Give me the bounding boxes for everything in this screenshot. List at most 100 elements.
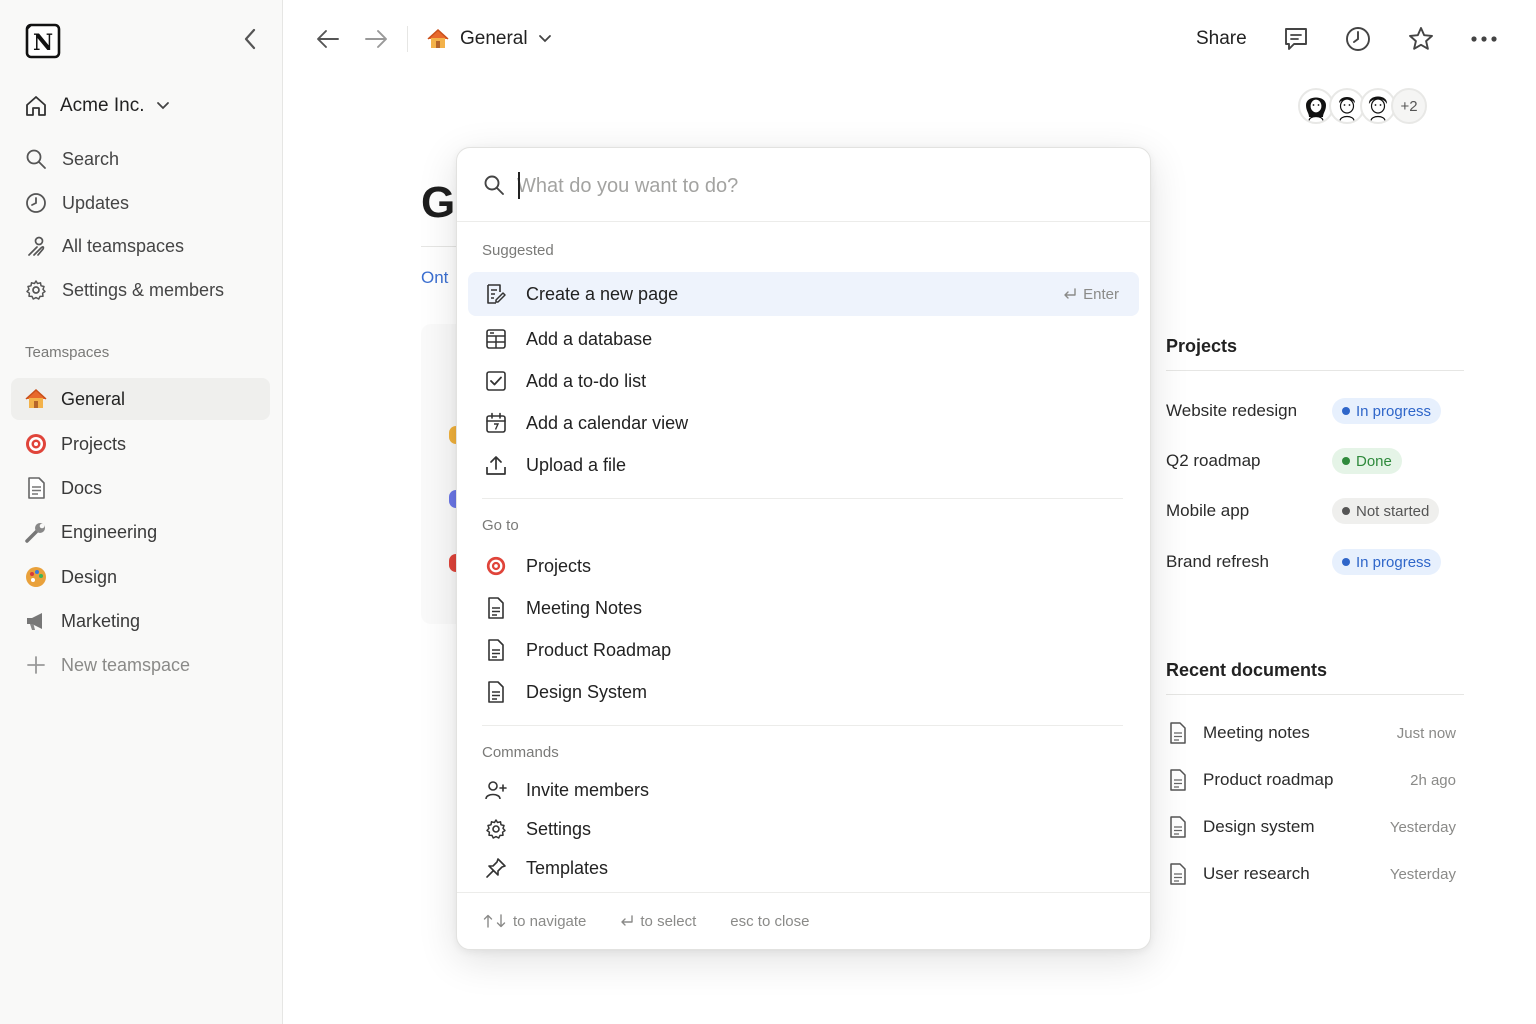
option-label: Add a calendar view [526, 412, 689, 433]
new-teamspace-button[interactable]: New teamspace [11, 644, 270, 686]
back-button[interactable] [313, 24, 343, 54]
calendar-icon [484, 411, 508, 435]
close-hint: esc to close [730, 913, 809, 930]
plus-icon [24, 653, 48, 677]
goto-design-system-option[interactable]: Design System [468, 670, 1139, 714]
recent-document-row[interactable]: Design system Yesterday [1166, 812, 1456, 842]
option-label: Design System [526, 681, 648, 702]
sidebar-item-label: Engineering [61, 521, 158, 542]
comment-icon [1285, 28, 1307, 50]
recent-document-row[interactable]: User research Yesterday [1166, 859, 1456, 889]
settings-option[interactable]: Settings [468, 807, 1139, 851]
workspace-switcher[interactable]: Acme Inc. [24, 90, 170, 122]
page-tab[interactable]: Ont [421, 268, 448, 288]
sidebar-item-label: Updates [62, 192, 130, 213]
project-row[interactable]: Website redesign In progress [1166, 397, 1456, 425]
app-logo[interactable]: N [24, 22, 64, 60]
add-user-icon [484, 778, 508, 802]
checkbox-icon [484, 369, 508, 393]
shortcut-hint: Enter [1063, 286, 1119, 303]
project-row[interactable]: Brand refresh In progress [1166, 548, 1456, 576]
target-icon [24, 432, 48, 456]
favorite-button[interactable] [1406, 24, 1436, 54]
document-time: Yesterday [1389, 865, 1456, 883]
close-hint-label: esc to close [730, 912, 810, 930]
forward-button[interactable] [361, 24, 391, 54]
sidebar-item-general[interactable]: General [11, 378, 270, 420]
page-title: G [421, 178, 456, 227]
upload-icon [484, 453, 508, 477]
option-label: Invite members [526, 779, 650, 800]
sidebar-item-label: All teamspaces [62, 235, 185, 256]
recent-document-row[interactable]: Product roadmap 2h ago [1166, 765, 1456, 795]
sidebar-item-updates[interactable]: Updates [24, 188, 129, 218]
sidebar: N Acme Inc. Search Updates All teamspace… [0, 0, 283, 1024]
document-icon [484, 638, 508, 662]
collapse-sidebar-button[interactable] [237, 24, 263, 54]
templates-option[interactable]: Templates [468, 846, 1139, 890]
teamspaces-icon [24, 234, 48, 258]
more-options-button[interactable] [1469, 24, 1499, 54]
arrow-right-icon [365, 30, 387, 48]
document-time: 2h ago [1410, 771, 1456, 789]
sidebar-item-projects[interactable]: Projects [11, 423, 270, 465]
teamspaces-heading: Teamspaces [25, 344, 110, 361]
add-database-option[interactable]: Add a database [468, 317, 1139, 361]
option-label: Projects [526, 555, 592, 576]
sidebar-item-all-teamspaces[interactable]: All teamspaces [24, 231, 184, 261]
sidebar-item-search[interactable]: Search [24, 144, 119, 174]
recent-document-row[interactable]: Meeting notes Just now [1166, 718, 1456, 748]
option-label: Upload a file [526, 454, 627, 475]
upload-file-option[interactable]: Upload a file [468, 443, 1139, 487]
sidebar-item-marketing[interactable]: Marketing [11, 600, 270, 642]
add-todo-list-option[interactable]: Add a to-do list [468, 359, 1139, 403]
add-calendar-view-option[interactable]: Add a calendar view [468, 401, 1139, 445]
collaborator-avatars[interactable]: +2 [1298, 88, 1427, 124]
option-label: Add a to-do list [526, 370, 647, 391]
sidebar-item-label: Search [62, 148, 120, 169]
sidebar-item-settings[interactable]: Settings & members [24, 275, 224, 305]
project-row[interactable]: Mobile app Not started [1166, 497, 1456, 525]
goto-meeting-notes-option[interactable]: Meeting Notes [468, 586, 1139, 630]
enter-key-icon [1064, 288, 1076, 299]
option-label: Create a new page [526, 283, 679, 304]
house-outline-icon [26, 96, 46, 116]
projects-panel-title: Projects [1166, 336, 1238, 356]
new-teamspace-label: New teamspace [61, 654, 191, 675]
palette-search-input[interactable] [517, 170, 1097, 202]
status-badge: Done [1332, 448, 1402, 474]
invite-members-option[interactable]: Invite members [468, 768, 1139, 812]
status-badge: In progress [1332, 549, 1442, 575]
sidebar-item-engineering[interactable]: Engineering [11, 511, 270, 553]
document-icon [1166, 815, 1190, 839]
target-icon [484, 554, 508, 578]
sidebar-item-docs[interactable]: Docs [11, 467, 270, 509]
goto-projects-option[interactable]: Projects [468, 544, 1139, 588]
sidebar-item-label: Design [61, 566, 118, 587]
sidebar-item-label: Projects [61, 433, 127, 454]
project-row[interactable]: Q2 roadmap Done [1166, 447, 1456, 475]
document-icon [1166, 721, 1190, 745]
breadcrumb[interactable]: General [426, 24, 552, 54]
house-icon [24, 387, 48, 411]
sidebar-item-design[interactable]: Design [11, 556, 270, 598]
create-new-page-option[interactable]: Create a new page Enter [468, 272, 1139, 316]
suggested-heading: Suggested [482, 242, 554, 259]
recent-documents-title: Recent documents [1166, 660, 1328, 680]
share-button[interactable]: Share [1196, 28, 1247, 50]
search-icon [24, 147, 48, 171]
goto-heading: Go to [482, 517, 519, 534]
clock-icon [24, 191, 48, 215]
document-name: Meeting notes [1203, 723, 1310, 742]
comments-button[interactable] [1281, 24, 1311, 54]
option-label: Product Roadmap [526, 639, 672, 660]
avatar-overflow-count[interactable]: +2 [1391, 88, 1427, 124]
status-badge: Not started [1332, 498, 1440, 524]
new-page-icon [484, 282, 508, 306]
history-button[interactable] [1343, 24, 1373, 54]
goto-product-roadmap-option[interactable]: Product Roadmap [468, 628, 1139, 672]
command-palette: Suggested Create a new page Enter Add a … [456, 147, 1151, 950]
option-label: Settings [526, 818, 592, 839]
commands-heading: Commands [482, 744, 559, 761]
shortcut-label: Enter [1083, 285, 1119, 303]
